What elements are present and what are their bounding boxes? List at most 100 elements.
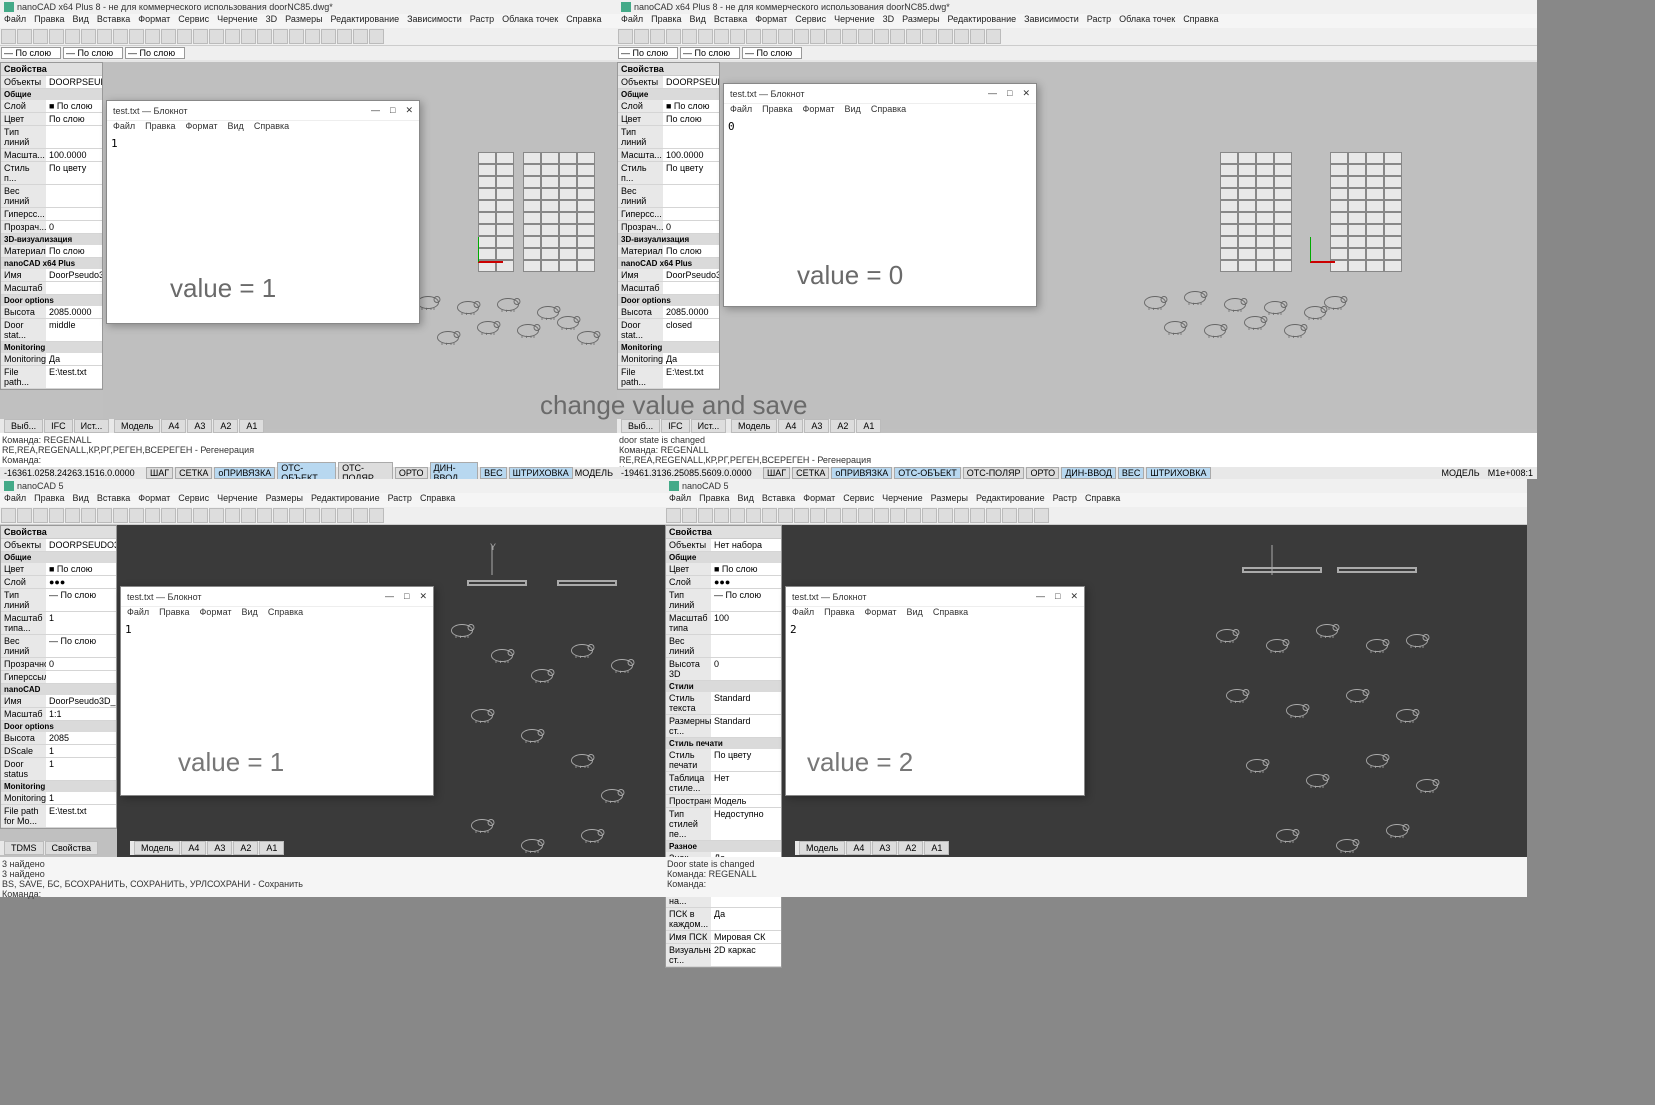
menu-item[interactable]: Вид (242, 607, 258, 621)
toolbar-button[interactable] (337, 508, 352, 523)
notepad-window[interactable]: test.txt — Блокнот—□✕ ФайлПравкаФорматВи… (785, 586, 1085, 796)
minimize-icon[interactable]: — (1036, 591, 1045, 602)
tab[interactable]: A4 (181, 841, 206, 855)
toolbar-2[interactable]: — По слою — По слою — По слою (0, 46, 617, 60)
layer-dropdown[interactable]: — По слою (1, 47, 61, 59)
toolbar-button[interactable] (826, 508, 841, 523)
toolbar-button[interactable] (794, 508, 809, 523)
toolbar-1[interactable] (665, 507, 1527, 525)
menu-item[interactable]: Формат (803, 493, 835, 507)
menu-item[interactable]: Размеры (931, 493, 968, 507)
menu-item[interactable]: Формат (186, 121, 218, 135)
menu-item[interactable]: Файл (4, 14, 26, 28)
layer-dropdown[interactable]: — По слою (618, 47, 678, 59)
toolbar-button[interactable] (129, 508, 144, 523)
toolbar-button[interactable] (193, 29, 208, 44)
notepad-window[interactable]: test.txt — Блокнот—□✕ ФайлПравкаФорматВи… (723, 83, 1037, 307)
toolbar-button[interactable] (209, 29, 224, 44)
toolbar-button[interactable] (922, 29, 937, 44)
notepad-text[interactable]: 2 (786, 621, 1084, 638)
toolbar-button[interactable] (682, 29, 697, 44)
close-icon[interactable]: ✕ (1070, 591, 1078, 602)
status-toggle[interactable]: ВЕС (1118, 467, 1145, 479)
menu-item[interactable]: Вид (845, 104, 861, 118)
menu-item[interactable]: Зависимости (1024, 14, 1079, 28)
status-toggle[interactable]: ОРТО (395, 467, 428, 479)
tab[interactable]: Свойства (45, 841, 99, 855)
menu-item[interactable]: Файл (669, 493, 691, 507)
toolbar-button[interactable] (938, 29, 953, 44)
tab[interactable]: Ист... (74, 419, 110, 433)
toolbar-button[interactable] (1018, 508, 1033, 523)
toolbar-button[interactable] (1, 29, 16, 44)
menu-item[interactable]: Редактирование (331, 14, 400, 28)
toolbar-button[interactable] (273, 29, 288, 44)
layer-dropdown-2[interactable]: — По слою (63, 47, 123, 59)
menu-item[interactable]: Формат (865, 607, 897, 621)
status-toggle[interactable]: ШАГ (763, 467, 790, 479)
menu-bar[interactable]: ФайлПравкаВидВставкаФорматСервисЧерчение… (0, 14, 617, 28)
toolbar-button[interactable] (842, 29, 857, 44)
status-toggle[interactable]: ОТС-ОБЪЕКТ (894, 467, 960, 479)
tab[interactable]: IFC (661, 419, 690, 433)
toolbar-button[interactable] (241, 508, 256, 523)
close-icon[interactable]: ✕ (405, 105, 413, 116)
toolbar-button[interactable] (305, 29, 320, 44)
tab[interactable]: Модель (799, 841, 845, 855)
menu-item[interactable]: Правка (651, 14, 681, 28)
status-bar[interactable]: -16361.0258.24263.1516.0.0000ШАГСЕТКАоПР… (0, 467, 617, 479)
toolbar-button[interactable] (177, 508, 192, 523)
toolbar-button[interactable] (17, 29, 32, 44)
tab[interactable]: A4 (161, 419, 186, 433)
tab[interactable]: Ист... (691, 419, 727, 433)
toolbar-button[interactable] (986, 508, 1001, 523)
maximize-icon[interactable]: □ (390, 105, 395, 116)
toolbar-button[interactable] (890, 29, 905, 44)
toolbar-button[interactable] (17, 508, 32, 523)
menu-item[interactable]: Размеры (902, 14, 939, 28)
toolbar-button[interactable] (954, 29, 969, 44)
toolbar-button[interactable] (858, 29, 873, 44)
menu-item[interactable]: Сервис (843, 493, 874, 507)
menu-item[interactable]: Справка (1183, 14, 1218, 28)
toolbar-button[interactable] (321, 29, 336, 44)
menu-item[interactable]: Облака точек (502, 14, 558, 28)
toolbar-button[interactable] (666, 29, 681, 44)
toolbar-button[interactable] (762, 29, 777, 44)
menu-item[interactable]: Вставка (97, 14, 130, 28)
toolbar-button[interactable] (65, 29, 80, 44)
notepad-text[interactable]: 1 (121, 621, 433, 638)
toolbar-button[interactable] (81, 29, 96, 44)
toolbar-button[interactable] (874, 508, 889, 523)
menu-item[interactable]: Справка (933, 607, 968, 621)
menu-item[interactable]: Сервис (178, 14, 209, 28)
toolbar-button[interactable] (634, 29, 649, 44)
menu-item[interactable]: 3D (883, 14, 895, 28)
toolbar-button[interactable] (730, 508, 745, 523)
toolbar-button[interactable] (257, 29, 272, 44)
toolbar-button[interactable] (762, 508, 777, 523)
menu-item[interactable]: Файл (113, 121, 135, 135)
menu-item[interactable]: Формат (138, 493, 170, 507)
toolbar-button[interactable] (1002, 508, 1017, 523)
menu-item[interactable]: Правка (145, 121, 175, 135)
toolbar-button[interactable] (33, 29, 48, 44)
menu-item[interactable]: Файл (792, 607, 814, 621)
toolbar-button[interactable] (810, 508, 825, 523)
toolbar-button[interactable] (113, 508, 128, 523)
tab[interactable]: Модель (114, 419, 160, 433)
tab[interactable]: A4 (846, 841, 871, 855)
toolbar-button[interactable] (858, 508, 873, 523)
menu-item[interactable]: Файл (4, 493, 26, 507)
toolbar-button[interactable] (954, 508, 969, 523)
command-line[interactable]: door state is changedКоманда: REGENALLRE… (617, 433, 1537, 467)
toolbar-button[interactable] (97, 29, 112, 44)
status-toggle[interactable]: ШТРИХОВКА (1146, 467, 1210, 479)
menu-item[interactable]: Справка (268, 607, 303, 621)
menu-item[interactable]: Вид (690, 14, 706, 28)
tab[interactable]: Выб... (4, 419, 43, 433)
toolbar-button[interactable] (145, 508, 160, 523)
maximize-icon[interactable]: □ (404, 591, 409, 602)
status-bar[interactable]: -19461.3136.25085.5609.0.0000ШАГСЕТКАоПР… (617, 467, 1537, 479)
toolbar-button[interactable] (161, 29, 176, 44)
